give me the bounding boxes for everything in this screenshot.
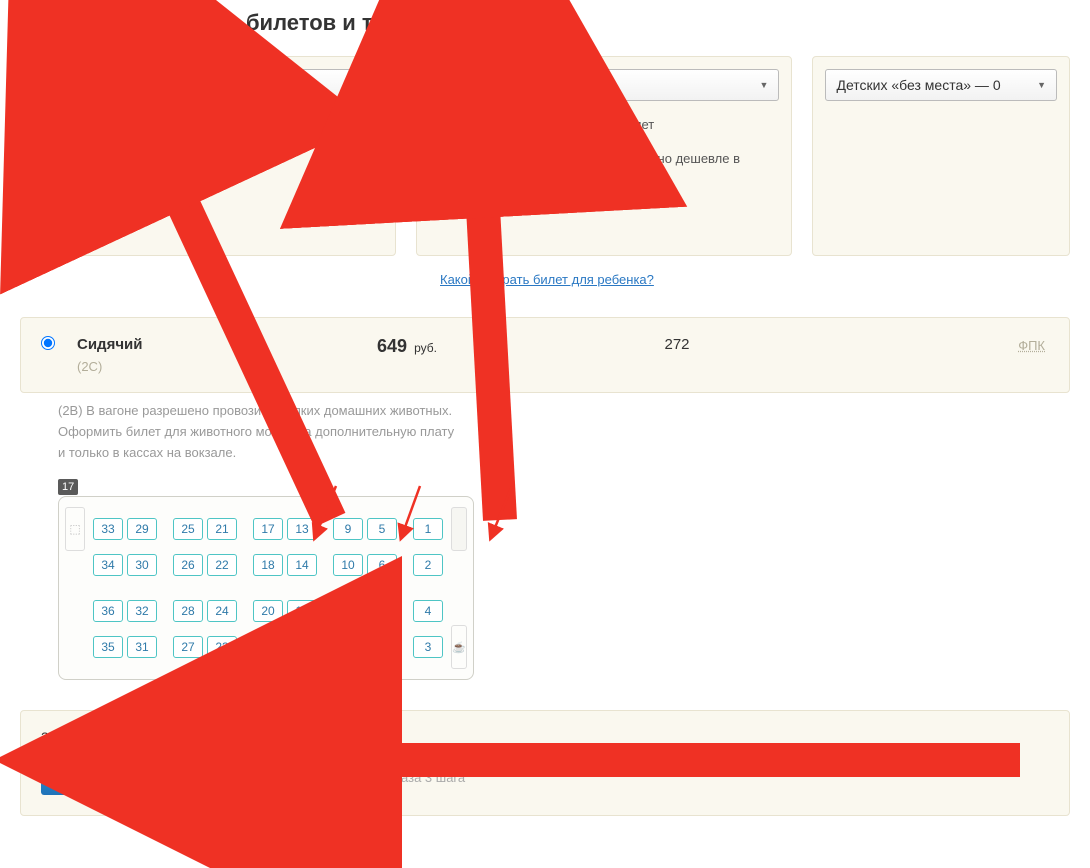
seat-19[interactable]: 19 [253, 636, 283, 658]
seat-35[interactable]: 35 [93, 636, 123, 658]
seat-13[interactable]: 13 [287, 518, 317, 540]
seat-22[interactable]: 22 [207, 554, 237, 576]
seat-36[interactable]: 36 [93, 600, 123, 622]
seat-34[interactable]: 34 [93, 554, 123, 576]
seat-2[interactable]: 2 [413, 554, 443, 576]
wagon-radio[interactable] [41, 336, 55, 350]
wagon-price-value: 649 [377, 336, 407, 356]
seat-14[interactable]: 14 [287, 554, 317, 576]
seat-20[interactable]: 20 [253, 600, 283, 622]
seat-15[interactable]: 15 [287, 636, 317, 658]
seat-11[interactable]: 11 [333, 636, 363, 658]
wagon-name: Сидячий [77, 336, 377, 353]
wagon-description: (2В) В вагоне разрешено провозить мелких… [58, 401, 1070, 463]
seat-33[interactable]: 33 [93, 518, 123, 540]
wagon-price-unit: руб. [414, 341, 437, 355]
summary-text: 3 билета Сидячий, 1 673 руб. [41, 729, 1049, 745]
panel-adults: Взрослых — 2 ▼ Можно добавить еще 1 пасс… [20, 56, 396, 256]
adults-select-value: Взрослых — 2 [44, 77, 137, 93]
help-icon[interactable]: ? [247, 119, 261, 133]
panel-children: Детских — 1 ▼ Можно добавить 1 ребенка д… [416, 56, 792, 256]
wagon-code: (2С) [77, 359, 377, 374]
infants-select[interactable]: Детских «без места» — 0 ▼ [825, 69, 1057, 101]
seat-31[interactable]: 31 [127, 636, 157, 658]
children-hint-1: Можно добавить 1 ребенка до 10 лет [429, 115, 779, 135]
seat-27[interactable]: 27 [173, 636, 203, 658]
infants-select-value: Детских «без места» — 0 [836, 77, 1000, 93]
seat-3[interactable]: 3 [413, 636, 443, 658]
luggage-icon [451, 507, 467, 551]
wagon-desc-2: Оформить билет для животного можно за до… [58, 422, 1070, 443]
seat-row-bot1: 3632 2824 2016 1284 [65, 600, 467, 622]
chevron-down-icon: ▼ [760, 80, 769, 90]
wagon-operator[interactable]: ФПК [1018, 338, 1045, 353]
page-title: Укажите количество билетов и тип вагона [20, 10, 1070, 36]
seat-17[interactable]: 17 [253, 518, 283, 540]
seat-4[interactable]: 4 [413, 600, 443, 622]
children-select-value: Детских — 1 [440, 77, 521, 93]
chevron-down-icon: ▼ [1037, 80, 1046, 90]
seat-23[interactable]: 23 [207, 636, 237, 658]
seat-7[interactable]: 7 [367, 636, 397, 658]
footer-block: 3 билета Сидячий, 1 673 руб. Ввести данн… [20, 710, 1070, 816]
car-layout: 17 ⬚ 332925211713951 3430262218141062 [58, 477, 1070, 680]
seat-5[interactable]: 5 [367, 518, 397, 540]
wc-icon: ⬚ [65, 507, 85, 551]
children-hint-2-text: Свое место в вагоне, как у взрослых, но … [429, 151, 740, 186]
wagon-type-row[interactable]: Сидячий (2С) 649 руб. 272 ФПК [20, 317, 1070, 393]
enter-passengers-button[interactable]: Ввести данные пассажиров [41, 759, 257, 795]
seat-row-top1: ⬚ 3329 2521 1713 951 [65, 507, 467, 551]
seat-25[interactable]: 25 [173, 518, 203, 540]
wagon-count: 272 [577, 336, 777, 353]
seat-28[interactable]: 28 [173, 600, 203, 622]
wagon-desc-3: и только в кассах на вокзале. [58, 443, 1070, 464]
adults-hint-text: Можно добавить еще 1 пассажира [33, 117, 242, 132]
seat-16[interactable]: 16 [287, 600, 317, 622]
seat-6[interactable]: 6 [367, 554, 397, 576]
seat-10[interactable]: 10 [333, 554, 363, 576]
help-icon[interactable]: ? [553, 172, 567, 186]
seat-21[interactable]: 21 [207, 518, 237, 540]
adults-select[interactable]: Взрослых — 2 ▼ [33, 69, 383, 101]
coach-map: ⬚ 332925211713951 3430262218141062 36322… [58, 496, 474, 680]
tea-icon: ☕ [451, 625, 467, 669]
seat-24[interactable]: 24 [207, 600, 237, 622]
car-number: 17 [58, 479, 78, 495]
wagon-desc-1: (2В) В вагоне разрешено провозить мелких… [58, 401, 1070, 422]
seat-32[interactable]: 32 [127, 600, 157, 622]
seat-30[interactable]: 30 [127, 554, 157, 576]
wagon-price: 649 руб. [377, 336, 577, 357]
seat-row-top2: 3430 2622 1814 1062 [65, 554, 467, 576]
seat-1[interactable]: 1 [413, 518, 443, 540]
panel-infants: Детских «без места» — 0 ▼ [812, 56, 1070, 256]
adults-hint: Можно добавить еще 1 пассажира ? [33, 115, 383, 135]
seat-9[interactable]: 9 [333, 518, 363, 540]
chevron-down-icon: ▼ [363, 80, 372, 90]
steps-remaining: До завершения заказа 3 шага [285, 770, 465, 785]
child-ticket-link[interactable]: Какой выбрать билет для ребенка? [440, 272, 654, 287]
seat-29[interactable]: 29 [127, 518, 157, 540]
seat-18[interactable]: 18 [253, 554, 283, 576]
seat-26[interactable]: 26 [173, 554, 203, 576]
children-select[interactable]: Детских — 1 ▼ [429, 69, 779, 101]
seat-row-bot2: 3531 2723 1915 1173 ☕ [65, 625, 467, 669]
seat-12[interactable]: 12 [333, 600, 363, 622]
seat-8[interactable]: 8 [367, 600, 397, 622]
children-hint-2: Свое место в вагоне, как у взрослых, но … [429, 149, 779, 188]
